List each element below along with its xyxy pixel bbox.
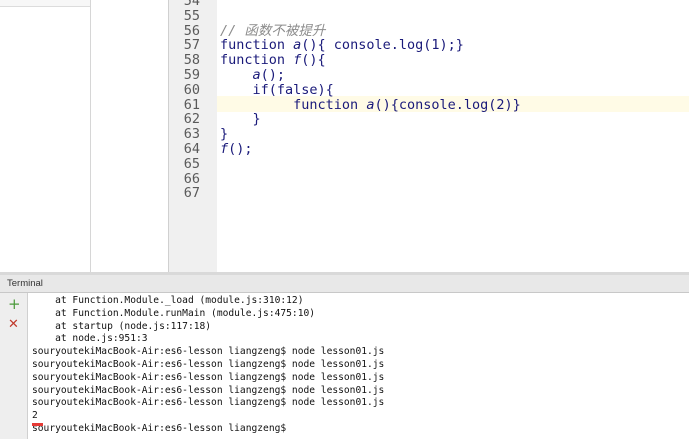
project-panel	[0, 0, 91, 272]
terminal-line: souryoutekiMacBook-Air:es6-lesson liangz…	[32, 346, 385, 358]
code-token: if(false){	[220, 81, 334, 98]
line-number: 60	[183, 81, 200, 98]
terminal-line: at Function.Module.runMain (module.js:47…	[32, 307, 316, 319]
code-token: function	[220, 96, 367, 113]
terminal-line: 2	[32, 410, 38, 422]
terminal-title: Terminal	[7, 278, 43, 289]
code-token: (){	[301, 52, 326, 69]
line-number: 62	[183, 111, 200, 128]
terminal-line: souryoutekiMacBook-Air:es6-lesson liangz…	[32, 384, 385, 396]
code-token: }	[220, 111, 261, 128]
code-line[interactable]: a();	[220, 67, 286, 83]
code-token: f	[220, 141, 229, 157]
code-line[interactable]: }	[220, 127, 228, 142]
terminal-line: at Function.Module._load (module.js:310:…	[32, 295, 304, 306]
terminal-output[interactable]: at Function.Module._load (module.js:310:…	[28, 293, 689, 439]
line-number: 55	[183, 7, 200, 24]
code-token: (){console.log(2)}	[374, 96, 521, 113]
terminal-line: at node.js:951:3	[32, 333, 148, 345]
line-number: 63	[183, 126, 200, 143]
line-number: 59	[183, 67, 200, 83]
code-line[interactable]: }	[220, 112, 261, 127]
code-line[interactable]: if(false){	[220, 81, 334, 98]
line-number: 64	[183, 141, 200, 157]
code-token: ();	[260, 67, 286, 83]
line-number: 65	[183, 155, 200, 172]
terminal-line: souryoutekiMacBook-Air:es6-lesson liangz…	[32, 371, 385, 383]
code-line[interactable]: f();	[220, 142, 253, 157]
code-token: a	[252, 67, 261, 83]
code-line[interactable]: // 函数不被提升	[220, 22, 326, 39]
code-token: // 函数不被提升	[220, 22, 326, 39]
code-line[interactable]: function f(){	[220, 53, 326, 68]
code-token: function	[220, 52, 294, 69]
code-token: (){ console.log(1);}	[301, 37, 464, 54]
line-number: 57	[183, 37, 200, 54]
code-token: function	[220, 37, 294, 54]
terminal-line: souryoutekiMacBook-Air:es6-lesson liangz…	[32, 423, 287, 434]
terminal-toolbar: + ✕	[0, 293, 28, 439]
terminal-cursor	[32, 423, 43, 426]
code-line[interactable]: function a(){ console.log(1);}	[220, 38, 464, 53]
project-panel-header	[0, 0, 90, 7]
line-number: 66	[183, 170, 200, 187]
terminal-line: souryoutekiMacBook-Air:es6-lesson liangz…	[32, 359, 385, 370]
terminal-header: Terminal	[0, 275, 689, 293]
line-number: 58	[183, 52, 200, 69]
add-terminal-icon[interactable]: +	[8, 297, 21, 312]
code-line[interactable]: function a(){console.log(2)}	[220, 96, 521, 113]
line-number: 61	[183, 96, 200, 113]
terminal-line: souryoutekiMacBook-Air:es6-lesson liangz…	[32, 397, 385, 409]
code-token: ();	[228, 141, 253, 157]
close-terminal-icon[interactable]: ✕	[8, 317, 19, 332]
terminal-line: at startup (node.js:117:18)	[32, 320, 212, 332]
line-number: 56	[183, 22, 200, 39]
code-token: }	[220, 126, 229, 143]
line-number: 67	[183, 185, 200, 202]
